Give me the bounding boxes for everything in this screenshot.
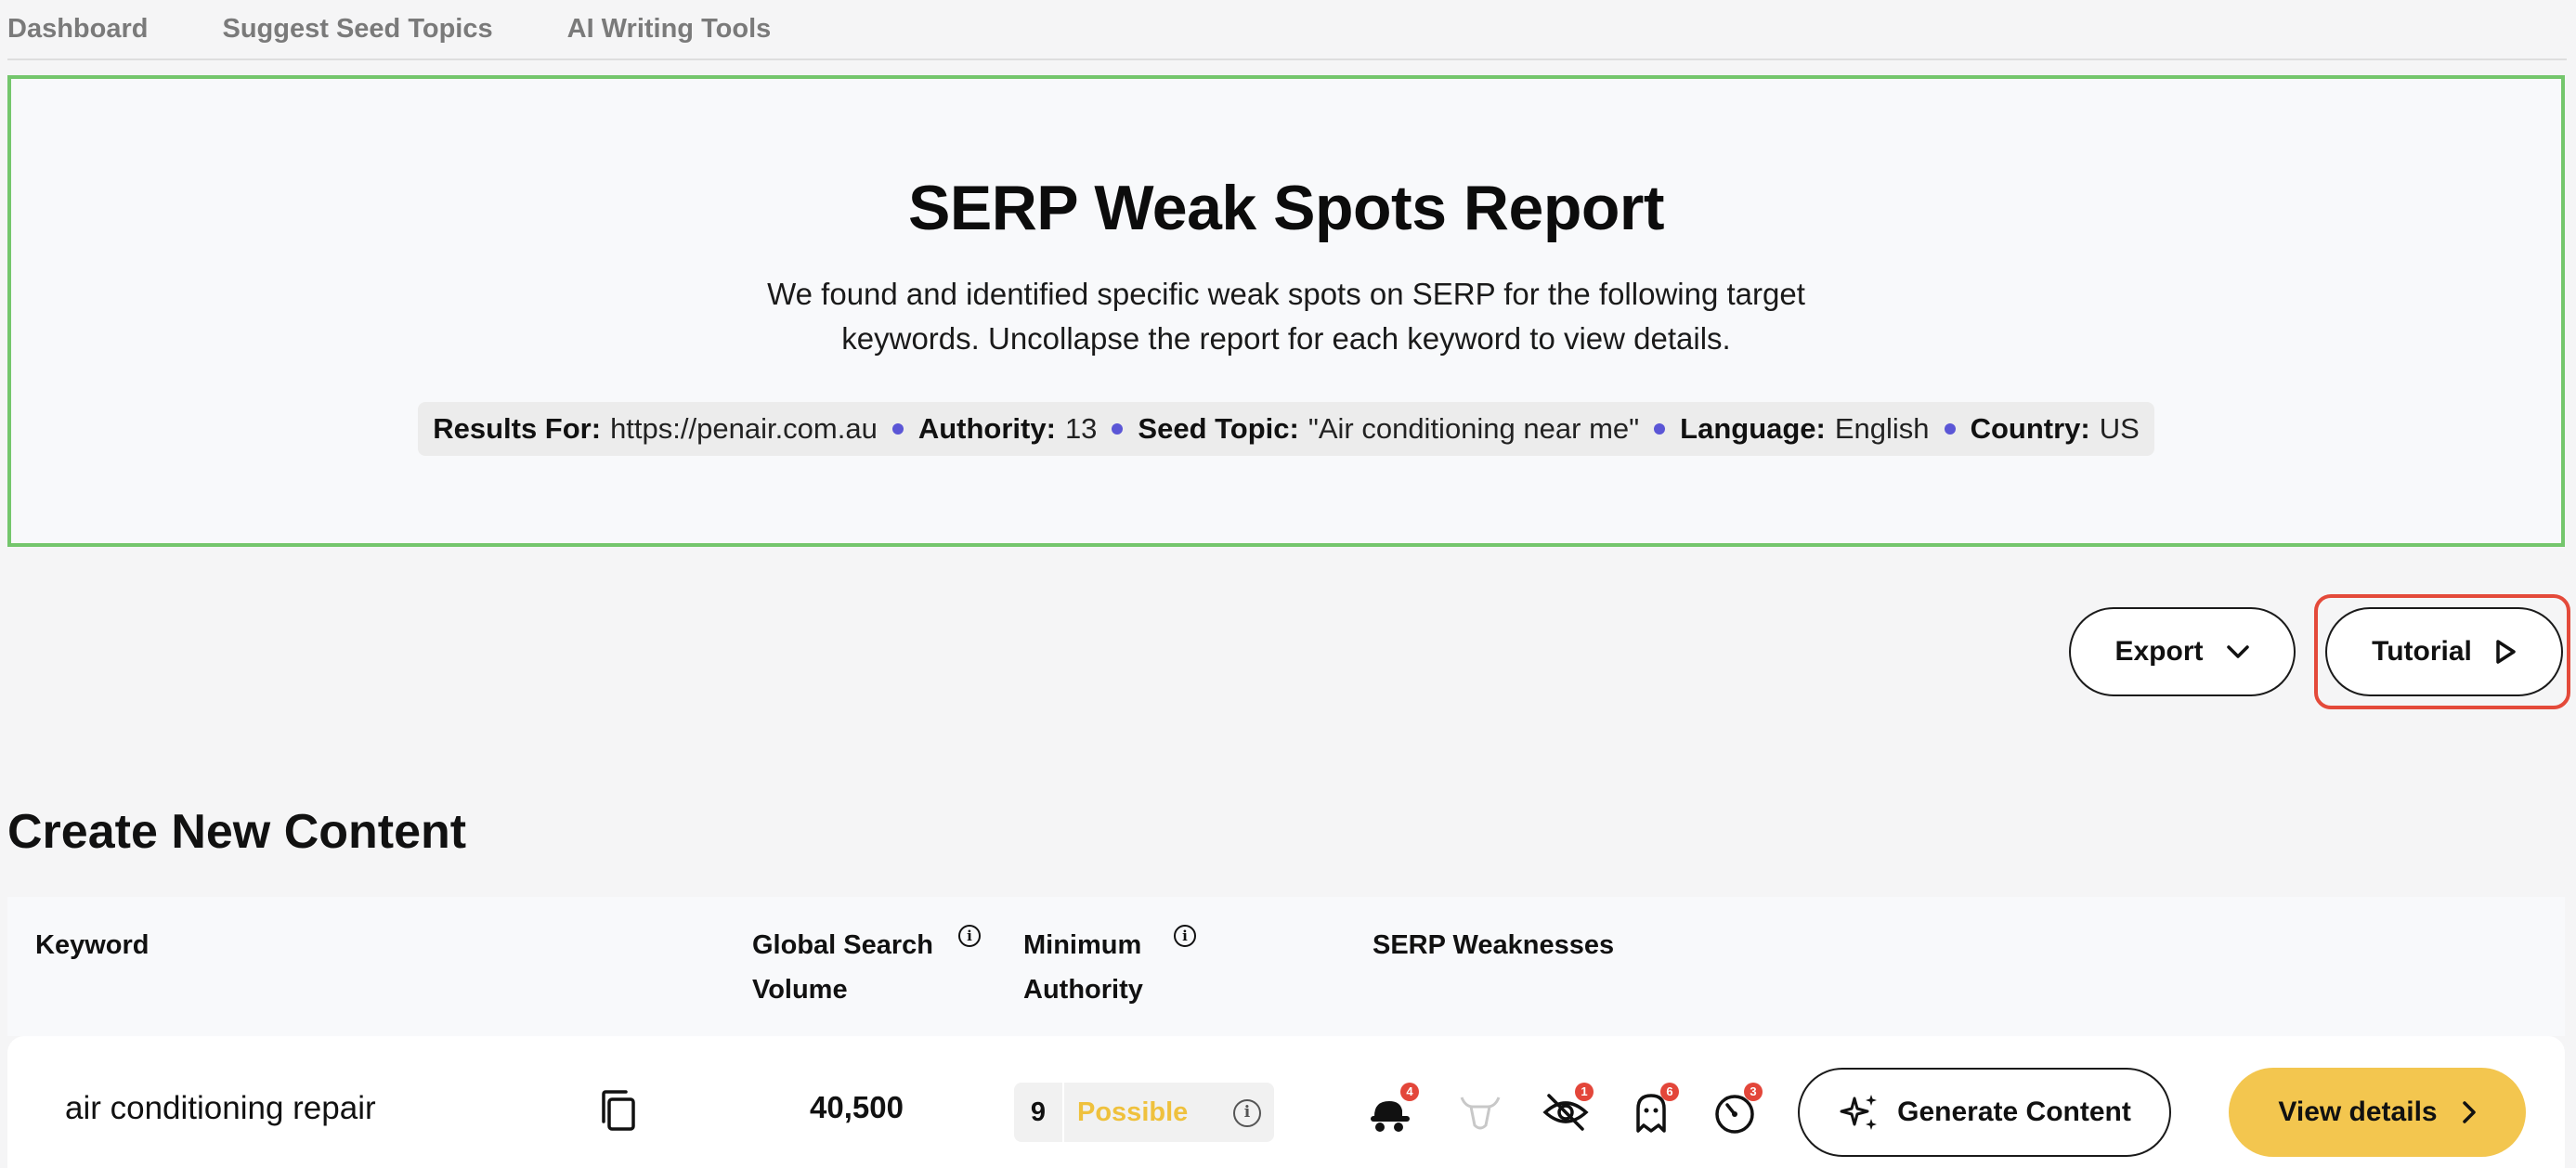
weakness-count-badge: 3: [1744, 1083, 1763, 1101]
tutorial-label: Tutorial: [2372, 636, 2472, 667]
header-authority-line1: Minimum: [1023, 930, 1142, 960]
export-button[interactable]: Export: [2069, 607, 2296, 696]
weakness-count-badge: 6: [1660, 1083, 1679, 1101]
header-min-authority: Minimum Authority: [1023, 923, 1143, 1012]
ghost-icon[interactable]: 6: [1627, 1083, 1679, 1136]
bull-head-icon: [1460, 1097, 1501, 1130]
report-header-card: SERP Weak Spots Report We found and iden…: [7, 75, 2565, 547]
generate-content-button[interactable]: Generate Content: [1798, 1068, 2171, 1157]
section-title: Create New Content: [7, 804, 466, 860]
nav-dashboard[interactable]: Dashboard: [7, 0, 148, 59]
play-icon: [2496, 640, 2516, 664]
country-label: Country:: [1970, 412, 2090, 445]
volume-cell: 40,500: [810, 1090, 904, 1124]
table-header: Keyword Global Search Volume i Minimum A…: [7, 897, 2565, 1036]
nav-ai-writing-tools[interactable]: AI Writing Tools: [567, 0, 772, 59]
chevron-down-icon: [2226, 645, 2249, 658]
separator-dot: [1944, 423, 1956, 435]
min-authority-value: 9: [1030, 1097, 1047, 1127]
sparkles-icon: [1840, 1095, 1878, 1130]
header-volume-line1: Global Search: [752, 930, 934, 960]
status-badge: Possible: [1077, 1097, 1189, 1127]
header-volume: Global Search Volume: [752, 923, 933, 1012]
weakness-count-badge: 1: [1575, 1083, 1594, 1101]
section-title-bold: Create: [7, 805, 158, 859]
generate-content-label: Generate Content: [1897, 1097, 2131, 1127]
divider: [1062, 1083, 1064, 1142]
slow-page-icon[interactable]: 4: [1367, 1083, 1419, 1136]
bull-icon[interactable]: [1456, 1088, 1504, 1136]
chevron-right-icon: [2462, 1101, 2476, 1123]
country-value: US: [2099, 412, 2140, 445]
min-authority-cell: 9 Possible i: [1014, 1083, 1274, 1142]
header-authority-line2: Authority: [1023, 975, 1143, 1005]
speed-gauge-icon[interactable]: 3: [1711, 1083, 1763, 1136]
authority-label: Authority:: [917, 412, 1056, 445]
header-keyword: Keyword: [35, 930, 150, 960]
table-row: air conditioning repair 40,500 9 Possibl…: [7, 1036, 2565, 1168]
copy-icon[interactable]: [598, 1088, 637, 1133]
authority-value: 13: [1064, 412, 1098, 445]
seed-topic-label: Seed Topic:: [1138, 412, 1299, 445]
separator-dot: [1112, 423, 1124, 435]
export-label: Export: [2114, 636, 2204, 667]
page-title: SERP Weak Spots Report: [907, 173, 1665, 243]
nav-suggest-seed-topics[interactable]: Suggest Seed Topics: [222, 0, 492, 59]
report-description: We found and identified specific weak sp…: [767, 277, 1805, 356]
weakness-count-badge: 4: [1400, 1083, 1419, 1101]
separator-dot: [891, 423, 904, 435]
section-title-rest: New Content: [171, 805, 467, 859]
results-for-value: https://penair.com.au: [610, 412, 878, 445]
top-nav: Dashboard Suggest Seed Topics AI Writing…: [7, 0, 2567, 60]
hidden-content-icon[interactable]: 1: [1542, 1083, 1594, 1136]
language-value: English: [1834, 412, 1930, 445]
report-meta-bar: Results For: https://penair.com.au Autho…: [418, 402, 2154, 456]
tutorial-button[interactable]: Tutorial: [2325, 607, 2563, 696]
separator-dot: [1654, 423, 1666, 435]
view-details-label: View details: [2278, 1097, 2438, 1127]
view-details-button[interactable]: View details: [2229, 1068, 2526, 1157]
results-for-label: Results For:: [433, 412, 602, 445]
info-icon[interactable]: i: [1174, 925, 1196, 947]
info-icon[interactable]: i: [958, 925, 981, 947]
keyword-cell: air conditioning repair: [65, 1090, 376, 1126]
header-volume-line2: Volume: [752, 975, 848, 1005]
language-label: Language:: [1680, 412, 1826, 445]
info-icon[interactable]: i: [1233, 1099, 1261, 1127]
seed-topic-value: "Air conditioning near me": [1308, 412, 1640, 445]
header-serp-weaknesses: SERP Weaknesses: [1373, 930, 1615, 960]
